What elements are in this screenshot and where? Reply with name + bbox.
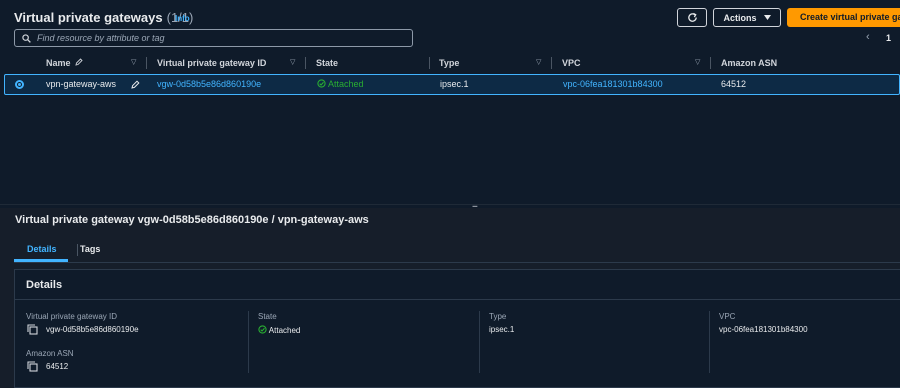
column-divider bbox=[710, 57, 711, 69]
state-field-text: Attached bbox=[268, 326, 301, 335]
info-link[interactable]: Info bbox=[175, 14, 190, 23]
create-gateway-button[interactable]: Create virtual private ga bbox=[787, 8, 900, 27]
state-field-label: State bbox=[258, 312, 277, 321]
detail-panel: Virtual private gateway vgw-0d58b5e86d86… bbox=[0, 208, 900, 388]
column-header-state[interactable]: State bbox=[316, 54, 338, 72]
details-card-header: Details bbox=[15, 270, 900, 300]
row-select-radio[interactable] bbox=[15, 80, 24, 89]
state-label: Attached bbox=[328, 79, 364, 89]
page-title: Virtual private gateways (1/1) bbox=[14, 10, 193, 25]
resource-list-panel: Virtual private gateways (1/1) Info Actio… bbox=[0, 0, 900, 204]
gateway-id-value: vgw-0d58b5e86d860190e bbox=[46, 325, 139, 334]
copy-icon[interactable] bbox=[27, 324, 38, 335]
column-divider bbox=[479, 311, 480, 373]
check-circle-icon bbox=[317, 79, 326, 88]
column-header-vpc[interactable]: VPC bbox=[562, 54, 581, 72]
type-field-label: Type bbox=[489, 312, 507, 321]
previous-page-icon[interactable]: ‹ bbox=[866, 31, 870, 43]
tab-divider bbox=[77, 244, 78, 256]
column-divider bbox=[146, 57, 147, 69]
detail-tabs: Details Tags bbox=[14, 241, 900, 263]
type-field-value: ipsec.1 bbox=[489, 325, 515, 334]
detail-title: Virtual private gateway vgw-0d58b5e86d86… bbox=[15, 214, 369, 226]
table-row[interactable]: vpn-gateway-aws vgw-0d58b5e86d860190e At… bbox=[4, 74, 900, 95]
cell-asn: 64512 bbox=[721, 79, 747, 89]
caret-down-icon bbox=[763, 15, 771, 20]
sort-icon[interactable]: ▽ bbox=[695, 54, 700, 72]
actions-label: Actions bbox=[723, 12, 757, 23]
sort-icon[interactable]: ▽ bbox=[536, 54, 541, 72]
cell-name: vpn-gateway-aws bbox=[46, 79, 117, 89]
cell-type: ipsec.1 bbox=[440, 79, 469, 89]
state-field-value: Attached bbox=[258, 325, 300, 335]
column-divider bbox=[429, 57, 430, 69]
check-circle-icon bbox=[258, 325, 267, 334]
column-divider bbox=[305, 57, 306, 69]
page-title-text: Virtual private gateways bbox=[14, 10, 163, 25]
cell-state: Attached bbox=[317, 75, 364, 94]
edit-name-icon[interactable] bbox=[131, 80, 140, 89]
current-page-number[interactable]: 1 bbox=[886, 33, 891, 43]
tab-tags[interactable]: Tags bbox=[80, 244, 100, 254]
column-header-label: Name bbox=[46, 58, 71, 68]
table-header: Name ▽ Virtual private gateway ID ▽ Stat… bbox=[0, 54, 900, 72]
vpc-field-label: VPC bbox=[719, 312, 736, 321]
edit-icon bbox=[75, 58, 83, 66]
vpc-field-link[interactable]: vpc-06fea181301b84300 bbox=[719, 325, 808, 334]
cell-gateway-id-link[interactable]: vgw-0d58b5e86d860190e bbox=[157, 75, 261, 94]
details-card: Details Virtual private gateway ID vgw-0… bbox=[14, 269, 900, 388]
column-divider bbox=[551, 57, 552, 69]
sort-icon[interactable]: ▽ bbox=[131, 54, 136, 72]
column-header-asn[interactable]: Amazon ASN bbox=[721, 54, 777, 72]
column-divider bbox=[709, 311, 710, 373]
gateway-id-label: Virtual private gateway ID bbox=[26, 312, 118, 321]
actions-button[interactable]: Actions bbox=[713, 8, 781, 27]
search-icon bbox=[22, 33, 31, 43]
list-header: Virtual private gateways (1/1) Info Actio… bbox=[0, 0, 900, 30]
active-tab-indicator bbox=[14, 259, 68, 262]
column-header-type[interactable]: Type bbox=[439, 54, 459, 72]
refresh-button[interactable] bbox=[677, 8, 707, 27]
sort-icon[interactable]: ▽ bbox=[290, 54, 295, 72]
search-input[interactable] bbox=[37, 33, 397, 43]
tab-details[interactable]: Details bbox=[27, 244, 57, 254]
amazon-asn-label: Amazon ASN bbox=[26, 349, 74, 358]
search-bar[interactable] bbox=[14, 29, 413, 47]
amazon-asn-value: 64512 bbox=[46, 362, 69, 371]
refresh-icon bbox=[687, 12, 697, 22]
column-header-name[interactable]: Name bbox=[46, 54, 83, 72]
column-header-id[interactable]: Virtual private gateway ID bbox=[157, 54, 266, 72]
column-divider bbox=[248, 311, 249, 373]
details-card-title: Details bbox=[26, 279, 63, 291]
copy-icon[interactable] bbox=[27, 361, 38, 372]
cell-vpc-link[interactable]: vpc-06fea181301b84300 bbox=[563, 75, 663, 94]
